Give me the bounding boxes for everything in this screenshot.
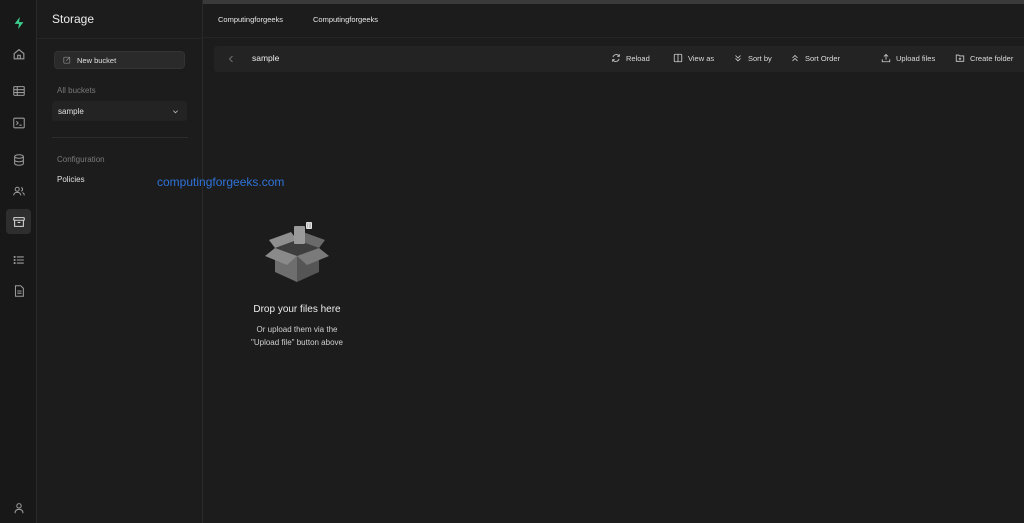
create-folder-label: Create folder [970, 53, 1014, 63]
upload-icon [881, 53, 891, 63]
columns-icon [673, 53, 683, 63]
list-icon[interactable] [6, 247, 31, 272]
new-bucket-label: New bucket [77, 55, 117, 65]
divider [52, 137, 188, 138]
reload-label: Reload [626, 53, 650, 63]
refresh-icon [612, 54, 620, 62]
storage-app: Storage New bucket All buckets sample Co… [0, 0, 1024, 523]
document-icon[interactable] [6, 278, 31, 303]
edit-icon [63, 56, 71, 64]
create-folder-button[interactable]: Create folder [955, 53, 1013, 63]
chevrons-down-icon [735, 55, 741, 62]
upload-files-button[interactable]: Upload files [881, 53, 935, 63]
header-bar: Computingforgeeks Computingforgeeks [203, 0, 1024, 38]
folder-plus-icon [955, 54, 965, 62]
empty-box-icon [265, 222, 329, 282]
sort-by-label: Sort by [748, 53, 772, 63]
breadcrumb-organization[interactable]: Computingforgeeks [218, 15, 283, 24]
view-as-label: View as [688, 53, 715, 63]
empty-state-title: Drop your files here [253, 304, 341, 315]
empty-state-subtitle: Or upload them via the "Upload file" but… [251, 325, 343, 347]
watermark-text: computingforgeeks.com [157, 175, 285, 189]
all-buckets-label: All buckets [57, 86, 96, 95]
storage-icon[interactable] [6, 209, 31, 234]
sort-order-label: Sort Order [805, 53, 841, 63]
policies-link[interactable]: Policies [57, 175, 85, 184]
table-icon[interactable] [6, 78, 31, 103]
storage-panel: Storage New bucket All buckets sample Co… [37, 0, 203, 523]
configuration-label: Configuration [57, 155, 105, 164]
icon-rail [0, 0, 37, 523]
database-icon[interactable] [6, 147, 31, 172]
bucket-item[interactable]: sample [52, 101, 187, 121]
upload-files-label: Upload files [896, 53, 936, 63]
new-bucket-button[interactable]: New bucket [54, 51, 185, 69]
bucket-name: sample [58, 106, 84, 116]
sort-by-button[interactable]: Sort by [733, 53, 772, 63]
explorer-toolbar: sample Reload View as Sort by Sort Order… [214, 46, 1024, 72]
current-folder-name: sample [252, 53, 280, 63]
reload-button[interactable]: Reload [611, 53, 650, 63]
home-icon[interactable] [6, 41, 31, 66]
chevron-down-icon[interactable] [172, 108, 179, 115]
users-icon[interactable] [6, 178, 31, 203]
chevrons-up-icon [792, 54, 798, 62]
terminal-icon[interactable] [6, 110, 31, 135]
user-icon[interactable] [6, 495, 31, 520]
breadcrumb-project[interactable]: Computingforgeeks [313, 15, 378, 24]
sort-order-button[interactable]: Sort Order [790, 53, 840, 63]
view-as-button[interactable]: View as [673, 53, 714, 63]
panel-title: Storage [52, 12, 95, 26]
logo-icon[interactable] [6, 10, 31, 35]
empty-state: Drop your files here Or upload them via … [237, 220, 357, 349]
chevron-left-icon[interactable] [226, 54, 236, 64]
divider [37, 38, 203, 39]
